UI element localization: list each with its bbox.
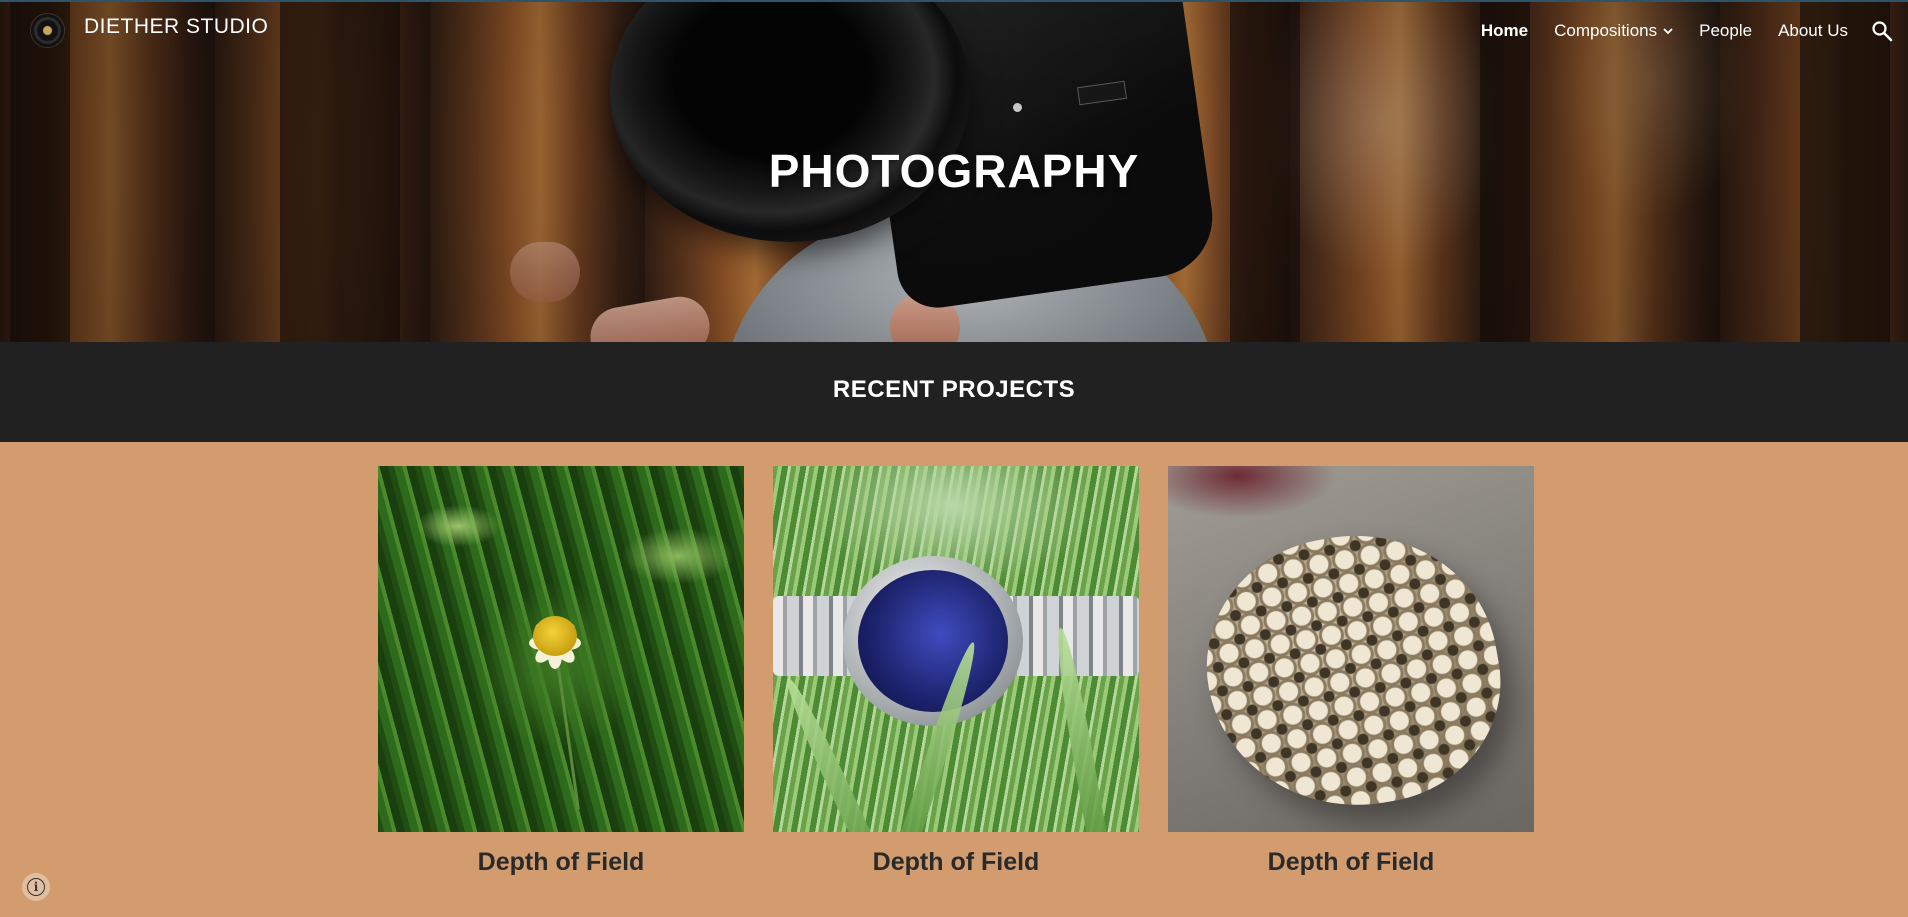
- recent-projects-header: RECENT PROJECTS: [0, 342, 1908, 442]
- site-title[interactable]: DIETHER STUDIO: [84, 15, 268, 39]
- project-image-flower[interactable]: [378, 466, 744, 832]
- nav-item-compositions[interactable]: Compositions: [1554, 21, 1673, 41]
- project-title[interactable]: Depth of Field: [773, 848, 1139, 877]
- project-image-coral[interactable]: [1168, 466, 1534, 832]
- project-card: Depth of Field: [773, 466, 1139, 877]
- nav-item-people[interactable]: People: [1699, 21, 1752, 41]
- nav-item-label: About Us: [1778, 21, 1848, 40]
- project-title[interactable]: Depth of Field: [378, 848, 744, 877]
- nav-item-label: Home: [1480, 21, 1529, 40]
- nav-item-label: Compositions: [1554, 21, 1658, 40]
- camera-lens-logo-icon[interactable]: [31, 14, 64, 47]
- section-title: RECENT PROJECTS: [832, 376, 1076, 403]
- nav-item-label: People: [1699, 21, 1753, 40]
- info-icon: i: [27, 878, 45, 896]
- nav-item-home[interactable]: Home: [1481, 21, 1528, 41]
- hero-banner: PHOTOGRAPHY: [0, 0, 1908, 342]
- project-card: Depth of Field: [378, 466, 744, 877]
- project-title[interactable]: Depth of Field: [1168, 848, 1534, 877]
- search-icon[interactable]: [1870, 19, 1894, 43]
- info-button[interactable]: i: [22, 873, 50, 901]
- chevron-down-icon: [1663, 28, 1673, 35]
- main-nav: Home Compositions People About Us: [1455, 18, 1908, 44]
- project-image-watch[interactable]: [773, 466, 1139, 832]
- hero-title: PHOTOGRAPHY: [768, 145, 1140, 197]
- nav-item-about-us[interactable]: About Us: [1778, 21, 1848, 41]
- project-card: Depth of Field: [1168, 466, 1534, 877]
